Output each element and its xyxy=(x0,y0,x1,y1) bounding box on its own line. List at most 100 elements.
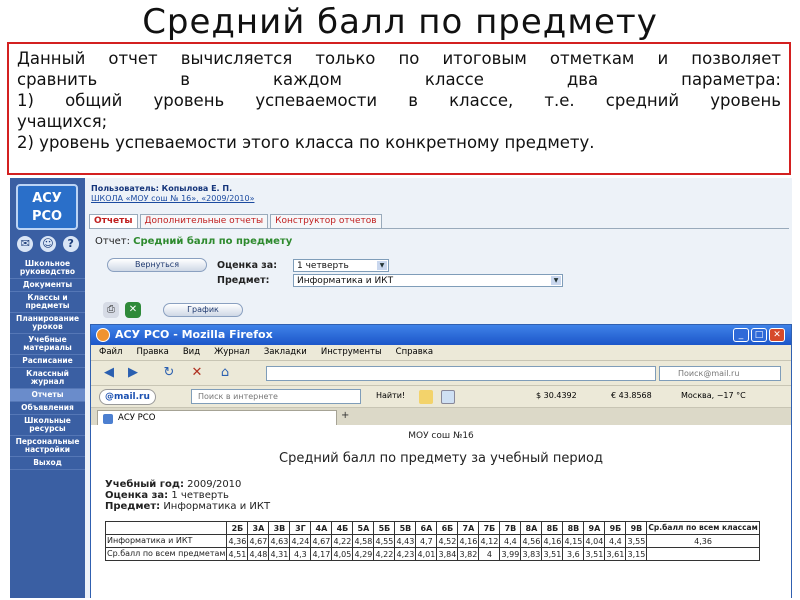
print-icon[interactable]: ⎙ xyxy=(103,302,119,318)
logo-text-top: АСУ xyxy=(32,191,62,206)
sidebar-item-journal[interactable]: Классный журнал xyxy=(10,368,85,389)
browser-tab[interactable]: АСУ РСО xyxy=(97,410,337,426)
grade-cell: 4,7 xyxy=(415,534,438,548)
back-icon[interactable]: ◀ xyxy=(99,364,119,382)
sidebar-item-reports[interactable]: Отчеты xyxy=(10,389,85,402)
grade-cell: 4,48 xyxy=(247,547,270,561)
grade-cell: 4,01 xyxy=(415,547,438,561)
menu-view[interactable]: Вид xyxy=(183,345,200,360)
grade-cell: 4,17 xyxy=(310,547,333,561)
period-select[interactable]: 1 четверть ▼ xyxy=(293,259,389,272)
grade-cell: 4,43 xyxy=(394,534,417,548)
period-value: 1 четверть xyxy=(171,490,229,501)
sidebar-item-lesson-planning[interactable]: Планирование уроков xyxy=(10,313,85,334)
report-school: МОУ сош №16 xyxy=(408,431,474,441)
column-header: 5Б xyxy=(373,521,396,535)
period-label: Оценка за: xyxy=(217,260,278,271)
grade-cell: 4,4 xyxy=(604,534,627,548)
menu-bar: Файл Правка Вид Журнал Закладки Инструме… xyxy=(91,345,791,360)
period-label: Оценка за: xyxy=(105,490,169,501)
help-icon[interactable]: ? xyxy=(62,236,79,252)
column-header: 6Б xyxy=(436,521,459,535)
description-line: учащихся; xyxy=(17,112,108,131)
sidebar-item-resources[interactable]: Школьные ресурсы xyxy=(10,415,85,436)
chevron-down-icon: ▼ xyxy=(551,276,561,285)
graph-button[interactable]: График xyxy=(163,303,243,317)
grade-cell: 4,56 xyxy=(520,534,543,548)
sidebar-item-classes[interactable]: Классы и предметы xyxy=(10,292,85,313)
grade-cell: 4,52 xyxy=(436,534,459,548)
grade-cell: 4,36 xyxy=(226,534,249,548)
grade-cell: 3,6 xyxy=(562,547,585,561)
users-icon[interactable]: ☺ xyxy=(39,236,56,252)
table-row: Ср.балл по всем предметам 4,51 4,48 4,31 4,3… xyxy=(104,547,760,561)
grade-cell: 4,63 xyxy=(268,534,291,548)
grade-cell: 4,55 xyxy=(373,534,396,548)
sidebar-item-schedule[interactable]: Расписание xyxy=(10,355,85,368)
column-header: 7В xyxy=(499,521,522,535)
grade-cell: 3,84 xyxy=(436,547,459,561)
grade-cell: 4,22 xyxy=(331,534,354,548)
tab-favicon xyxy=(103,414,113,424)
sidebar-item-exit[interactable]: Выход xyxy=(10,457,85,470)
column-header: 9А xyxy=(583,521,606,535)
reload-icon[interactable]: ↻ xyxy=(159,364,179,382)
menu-history[interactable]: Журнал xyxy=(214,345,250,360)
menu-bookmarks[interactable]: Закладки xyxy=(264,345,307,360)
close-icon[interactable]: ✕ xyxy=(769,328,785,342)
mailru-logo[interactable]: @mail.ru xyxy=(99,389,156,405)
tab-additional-reports[interactable]: Дополнительные отчеты xyxy=(139,214,269,228)
chevron-down-icon: ▼ xyxy=(377,261,387,270)
grade-cell: 4,04 xyxy=(583,534,606,548)
home-icon[interactable]: ⌂ xyxy=(215,364,235,382)
back-button[interactable]: Вернуться xyxy=(107,258,207,272)
asu-rso-logo[interactable]: АСУ РСО xyxy=(16,184,78,230)
menu-tools[interactable]: Инструменты xyxy=(321,345,382,360)
report-label: Отчет: xyxy=(95,236,130,247)
tab-reports[interactable]: Отчеты xyxy=(89,214,138,228)
sidebar-item-announcements[interactable]: Объявления xyxy=(10,402,85,415)
total-cell xyxy=(646,547,760,561)
minimize-icon[interactable]: _ xyxy=(733,328,749,342)
user-line: Пользователь: Копылова Е. П. xyxy=(91,184,233,193)
subject-select[interactable]: Информатика и ИКТ ▼ xyxy=(293,274,563,287)
menu-help[interactable]: Справка xyxy=(396,345,433,360)
grade-cell: 4,15 xyxy=(562,534,585,548)
search-input[interactable]: Поиск@mail.ru xyxy=(659,366,781,381)
year-value: 2009/2010 xyxy=(187,479,242,490)
sidebar-item-school-management[interactable]: Школьное руководство xyxy=(10,258,85,279)
grade-cell: 3,83 xyxy=(520,547,543,561)
excel-icon[interactable]: ✕ xyxy=(125,302,141,318)
url-bar[interactable] xyxy=(266,366,656,381)
grade-cell: 4,31 xyxy=(268,547,291,561)
new-tab-icon[interactable]: + xyxy=(341,410,349,421)
window-titlebar: АСУ РСО - Mozilla Firefox xyxy=(91,325,791,345)
grade-cell: 3,51 xyxy=(541,547,564,561)
find-button[interactable]: Найти! xyxy=(376,386,405,406)
grade-cell: 4,16 xyxy=(457,534,480,548)
table-corner xyxy=(104,521,228,535)
pencil-icon[interactable] xyxy=(419,390,433,404)
forward-icon[interactable]: ▶ xyxy=(123,364,143,382)
sidebar-item-materials[interactable]: Учебные материалы xyxy=(10,334,85,355)
grade-cell: 4,29 xyxy=(352,547,375,561)
school-link[interactable]: ШКОЛА «МОУ сош № 16», «2009/2010» xyxy=(91,194,254,203)
tab-report-builder[interactable]: Конструктор отчетов xyxy=(270,214,382,228)
menu-file[interactable]: Файл xyxy=(99,345,122,360)
calendar-icon[interactable] xyxy=(441,390,455,404)
grade-cell: 4,23 xyxy=(394,547,417,561)
maximize-icon[interactable]: □ xyxy=(751,328,767,342)
sidebar-icons: ✉ ☺ ? xyxy=(14,236,82,252)
sidebar-item-settings[interactable]: Персональные настройки xyxy=(10,436,85,457)
grade-cell: 3,55 xyxy=(625,534,648,548)
sidebar-item-documents[interactable]: Документы xyxy=(10,279,85,292)
mail-icon[interactable]: ✉ xyxy=(17,236,34,252)
stop-icon[interactable]: ✕ xyxy=(187,364,207,382)
column-header: 9В xyxy=(625,521,648,535)
grade-cell: 4 xyxy=(478,547,501,561)
mailru-search-input[interactable]: Поиск в интернете xyxy=(191,389,361,404)
grade-cell: 4,67 xyxy=(310,534,333,548)
menu-edit[interactable]: Правка xyxy=(136,345,168,360)
firefox-icon xyxy=(96,328,110,342)
description-line: 1) общий уровень успеваемости в классе, … xyxy=(17,91,781,110)
